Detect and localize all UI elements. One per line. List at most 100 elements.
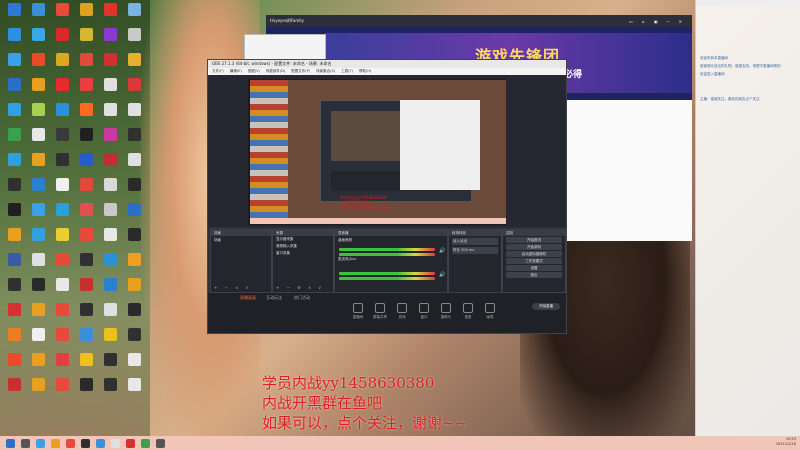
transition-duration[interactable]: 时长 300 ms [452,247,498,254]
search-icon[interactable] [21,438,30,448]
start-live-button[interactable]: 开始直播 [532,303,560,310]
exit-button[interactable]: 退出 [506,272,562,278]
desktop-shortcut[interactable] [122,76,146,101]
desktop-shortcut[interactable] [50,226,74,251]
desktop-shortcut[interactable] [50,201,74,226]
sources-add-remove-icon[interactable]: + − ⚙ ∧ ∨ [276,285,324,290]
desktop-shortcut[interactable] [122,51,146,76]
scenes-add-remove-icon[interactable]: + − ∧ ∨ [214,285,251,290]
desktop-shortcut[interactable] [122,276,146,301]
app-icon[interactable] [111,438,120,448]
desktop-shortcut[interactable] [74,351,98,376]
settings-button[interactable]: 设置 [506,265,562,271]
desktop-shortcut[interactable] [122,326,146,351]
desktop-shortcut[interactable] [122,26,146,51]
desktop-shortcut[interactable] [2,126,26,151]
desktop-shortcut[interactable] [74,201,98,226]
desktop-shortcut[interactable] [98,201,122,226]
desktop-shortcut[interactable] [2,301,26,326]
desktop-shortcut[interactable] [122,176,146,201]
desktop-shortcut[interactable] [26,251,50,276]
desktop-shortcut[interactable] [50,176,74,201]
desktop-shortcut[interactable] [50,326,74,351]
desktop-shortcut[interactable] [26,276,50,301]
tab-interactive[interactable]: 互动玩法 [266,295,282,301]
system-tray-clock[interactable]: 19:53 2021/12/18 [776,437,796,447]
source-item[interactable]: 显示器采集 [273,236,333,243]
desktop-shortcut[interactable] [122,126,146,151]
desktop-shortcut[interactable] [98,251,122,276]
menu-profile[interactable]: 配置文件(P) [291,69,310,74]
desktop-shortcut[interactable] [26,151,50,176]
action-camera[interactable]: 摄像头 [436,303,456,321]
sources-dock[interactable]: 来源 显示器采集 音频输入采集 窗口采集 + − ⚙ ∧ ∨ [272,229,334,293]
desktop-shortcut[interactable] [74,76,98,101]
app-icon[interactable] [126,438,135,448]
desktop-shortcut[interactable] [2,151,26,176]
desktop-shortcut[interactable] [50,276,74,301]
desktop-shortcut[interactable] [2,251,26,276]
action-screen-share[interactable]: 屏幕共享 [370,303,390,321]
action-window[interactable]: 窗口 [414,303,434,321]
desktop-shortcut[interactable] [26,101,50,126]
obs-icon[interactable] [81,438,90,448]
desktop-shortcut[interactable] [2,1,26,26]
desktop-shortcut[interactable] [26,1,50,26]
app-icon[interactable] [66,438,75,448]
desktop-shortcut[interactable] [98,151,122,176]
volume-icon[interactable]: 🔊 [439,272,445,278]
desktop-shortcut[interactable] [2,76,26,101]
transition-select[interactable]: 淡入淡出 [452,238,498,245]
desktop-shortcut[interactable] [74,26,98,51]
action-room[interactable]: 直播间 [348,303,368,321]
controls-dock[interactable]: 控制 开始推流 开始录制 启动虚拟摄像机 工作室模式 设置 退出 [502,229,566,293]
desktop-shortcut[interactable] [98,76,122,101]
studio-mode-button[interactable]: 工作室模式 [506,258,562,264]
virtual-camera-button[interactable]: 启动虚拟摄像机 [506,251,562,257]
desktop-shortcut[interactable] [50,76,74,101]
desktop-shortcut[interactable] [26,376,50,401]
menu-help[interactable]: 帮助(H) [359,69,371,74]
source-item[interactable]: 音频输入采集 [273,243,333,250]
desktop-shortcut[interactable] [26,176,50,201]
desktop-shortcut[interactable] [50,51,74,76]
desktop-shortcut[interactable] [26,126,50,151]
desktop-shortcut[interactable] [98,26,122,51]
desktop-shortcut[interactable] [98,376,122,401]
action-game[interactable]: 游戏 [392,303,412,321]
desktop-shortcut[interactable] [74,226,98,251]
browser-icon[interactable] [36,438,45,448]
desktop-shortcut[interactable] [2,376,26,401]
desktop-shortcut[interactable] [50,376,74,401]
menu-tools[interactable]: 工具(T) [341,69,353,74]
desktop-shortcut[interactable] [98,301,122,326]
menu-view[interactable]: 视图(V) [248,69,260,74]
start-streaming-button[interactable]: 开始推流 [506,237,562,243]
desktop-shortcut[interactable] [2,276,26,301]
desktop-shortcut[interactable] [98,126,122,151]
scene-item[interactable]: 场景 [211,236,271,245]
desktop-shortcut[interactable] [74,301,98,326]
notification-popup[interactable] [244,34,326,62]
volume-icon[interactable]: 🔊 [439,248,445,254]
desktop-shortcut[interactable] [50,351,74,376]
desktop-shortcut[interactable] [50,151,74,176]
desktop-shortcut[interactable] [50,126,74,151]
desktop-shortcut[interactable] [74,126,98,151]
desktop-shortcut[interactable] [50,251,74,276]
menu-file[interactable]: 文件(F) [212,69,224,74]
desktop-shortcut[interactable] [26,76,50,101]
desktop-shortcut[interactable] [74,1,98,26]
scenes-dock[interactable]: 场景 场景 + − ∧ ∨ [210,229,272,293]
desktop-shortcut[interactable] [74,326,98,351]
desktop-shortcut[interactable] [2,101,26,126]
desktop-shortcut[interactable] [98,276,122,301]
desktop-shortcut[interactable] [26,26,50,51]
obs-window[interactable]: OBS 27.1.3 (64-bit, windows) - 配置文件: 未命名… [207,59,567,334]
desktop-shortcut[interactable] [2,176,26,201]
desktop-shortcut[interactable] [98,101,122,126]
action-voice[interactable]: 语音 [458,303,478,321]
desktop-shortcut[interactable] [122,301,146,326]
folder-icon[interactable] [51,438,60,448]
desktop-shortcut[interactable] [74,251,98,276]
